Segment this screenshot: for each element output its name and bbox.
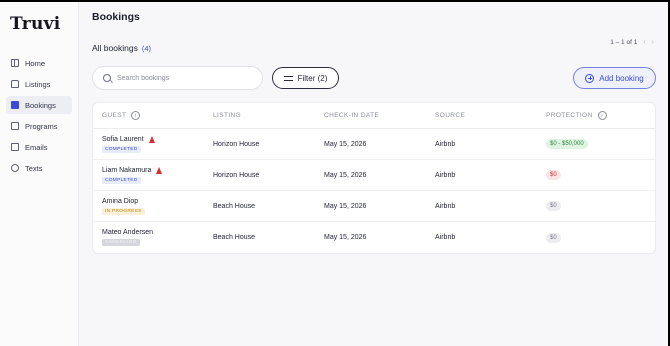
sidebar-item-home[interactable]: Home [6,54,72,72]
source-cell: Airbnb [435,171,456,179]
add-booking-button[interactable]: Add booking [573,67,656,89]
checkin-cell: May 15, 2026 [324,140,367,148]
info-icon[interactable]: i [131,111,141,120]
column-header-guest: GUEST i [93,111,204,120]
prev-page-icon[interactable]: ‹ [643,39,645,46]
sidebar-item-label: Emails [25,142,48,152]
mail-icon [11,143,19,151]
programs-icon [11,122,19,130]
sidebar-item-label: Bookings [25,100,56,110]
plus-circle-icon [585,73,595,83]
guest-name: Amina Diop [102,197,139,205]
status-badge: CANCELLED [102,239,140,246]
main-content: Bookings All bookings (4) 1 – 1 of 1 ‹ ›… [79,2,668,346]
filter-button-label: Filter (2) [297,73,328,83]
toolbar: Filter (2) Add booking [92,66,656,90]
sidebar-item-emails[interactable]: Emails [6,138,72,156]
listings-icon [11,80,19,88]
warning-icon[interactable] [148,135,155,143]
all-bookings-label: All bookings [92,43,138,53]
table-row[interactable]: Amina Diop IN PROGRESS Beach House May 1… [93,191,655,222]
table-row[interactable]: Mateo Andersen CANCELLED Beach House May… [93,222,655,253]
sidebar-item-programs[interactable]: Programs [6,117,72,135]
add-booking-label: Add booking [599,73,644,83]
checkin-cell: May 15, 2026 [324,202,367,210]
info-icon[interactable]: i [597,111,607,120]
listing-cell: Horizon House [213,140,260,148]
protection-cell: $0 [537,201,655,211]
page-title: Bookings [92,11,140,23]
listing-cell: Beach House [213,202,256,210]
status-badge: COMPLETED [102,145,141,153]
next-page-icon[interactable]: › [652,39,654,46]
source-cell: Airbnb [435,202,456,210]
truvi-logo[interactable]: Truvi [0,14,78,38]
guest-cell: Amina Diop IN PROGRESS [93,198,204,215]
sidebar-item-listings[interactable]: Listings [6,75,72,93]
sidebar-item-texts[interactable]: Texts [6,159,72,177]
column-header-checkin: CHECK-IN DATE [324,112,380,119]
sidebar-item-label: Home [25,58,46,68]
column-header-source: SOURCE [435,112,466,119]
source-cell: Airbnb [435,234,456,241]
pagination-range: 1 – 1 of 1 [610,39,638,46]
status-badge: COMPLETED [102,176,141,184]
protection-badge: $0 [546,201,561,211]
warning-icon[interactable] [156,166,163,174]
pagination: 1 – 1 of 1 ‹ › [610,39,654,46]
guest-name: Sofia Laurent [102,135,144,143]
sidebar-item-label: Programs [25,121,58,131]
guest-name: Liam Nakamura [102,166,152,174]
column-header-listing: LISTING [213,112,242,119]
bookings-count-badge: (4) [141,43,152,53]
search-icon [103,74,111,82]
bookings-table: GUEST i LISTING CHECK-IN DATE SOURCE PRO… [92,102,656,254]
protection-cell: $0 [537,170,655,180]
filter-button[interactable]: Filter (2) [272,67,339,89]
sidebar: Truvi Home Listings Bookings Programs Em… [0,2,79,346]
protection-badge: $0 [546,170,561,180]
guest-name: Mateo Andersen [102,229,153,236]
protection-badge: $0 [546,232,561,243]
column-header-protection: PROTECTION i [537,111,655,120]
guest-cell: Sofia Laurent COMPLETED [93,135,204,153]
guest-cell: Mateo Andersen CANCELLED [93,229,204,246]
status-badge: IN PROGRESS [102,207,145,215]
home-icon [11,59,19,67]
protection-cell: $0 - $50,000 [537,139,655,149]
table-header: GUEST i LISTING CHECK-IN DATE SOURCE PRO… [93,103,655,129]
listing-cell: Horizon House [213,171,260,179]
guest-cell: Liam Nakamura COMPLETED [93,166,204,184]
app-window: Truvi Home Listings Bookings Programs Em… [0,2,668,346]
table-row[interactable]: Sofia Laurent COMPLETED Horizon House Ma… [93,129,655,160]
checkin-cell: May 15, 2026 [324,234,367,241]
sidebar-item-label: Listings [25,79,51,89]
sidebar-nav: Home Listings Bookings Programs Emails T… [0,54,78,177]
sidebar-item-label: Texts [25,163,43,173]
search-box[interactable] [92,66,263,90]
protection-badge: $0 - $50,000 [546,139,588,149]
listing-cell: Beach House [213,234,256,241]
filter-sliders-icon [283,75,293,82]
chat-icon [11,164,19,172]
table-row[interactable]: Liam Nakamura COMPLETED Horizon House Ma… [93,160,655,191]
sidebar-item-bookings[interactable]: Bookings [6,96,72,114]
protection-cell: $0 [537,232,655,243]
search-input[interactable] [117,74,247,82]
source-cell: Airbnb [435,140,456,148]
bookings-subheader: All bookings (4) [92,42,656,54]
checkin-cell: May 15, 2026 [324,171,367,179]
calendar-icon [11,101,19,109]
